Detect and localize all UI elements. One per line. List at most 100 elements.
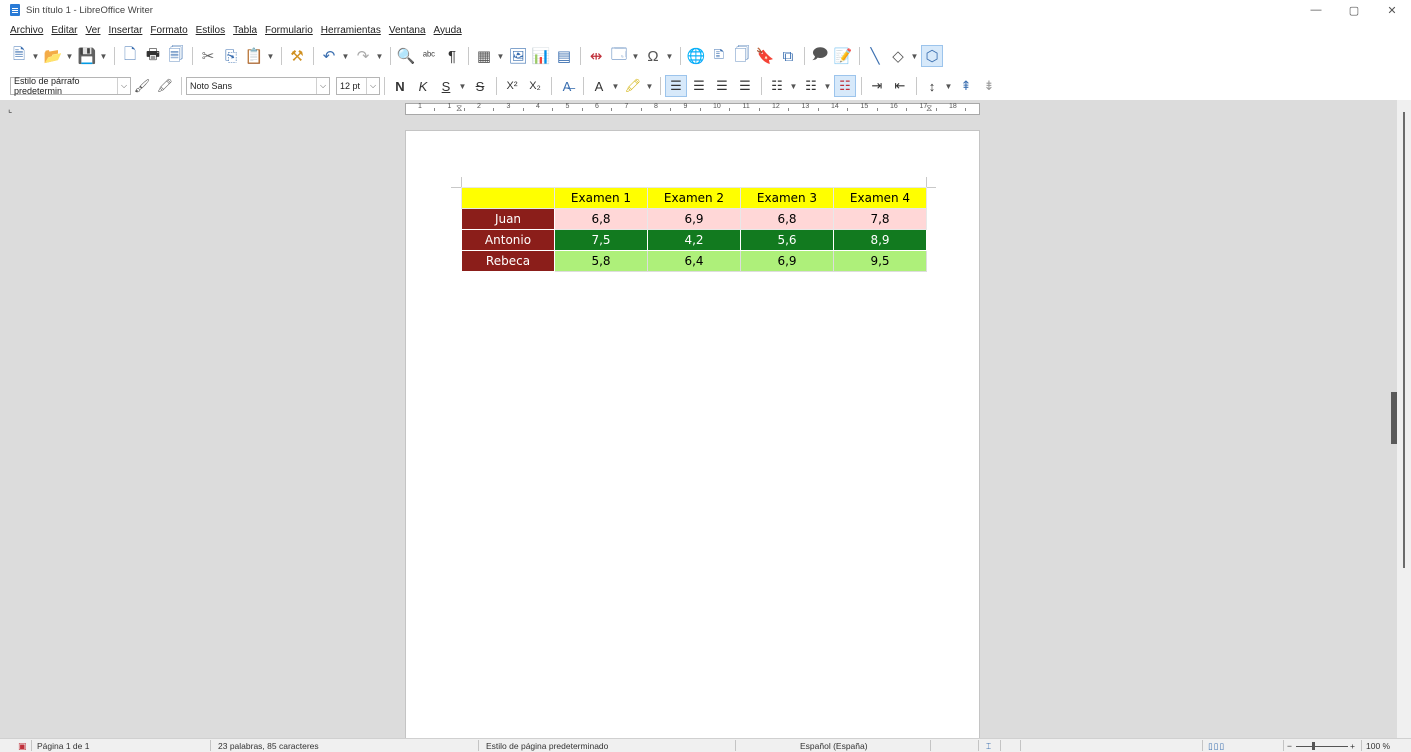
maximize-button[interactable]: ▢ <box>1335 0 1373 20</box>
ordered-list-icon[interactable]: ☷ <box>800 75 822 97</box>
zoom-in-icon[interactable]: + <box>1350 740 1355 752</box>
insert-page-break-icon[interactable]: ⇹ <box>585 45 607 67</box>
paste-icon[interactable]: 📋 <box>243 45 265 67</box>
increase-indent-icon[interactable]: ⇥ <box>866 75 888 97</box>
decrease-indent-icon[interactable]: ⇤ <box>889 75 911 97</box>
insert-footnote-icon[interactable]: 🗈 <box>708 45 730 67</box>
document-page[interactable]: Examen 1 Examen 2 Examen 3 Examen 4 Juan… <box>405 130 980 738</box>
align-right-icon[interactable]: ☰ <box>711 75 733 97</box>
subscript-button[interactable]: X₂ <box>524 75 546 97</box>
grades-table[interactable]: Examen 1 Examen 2 Examen 3 Examen 4 Juan… <box>461 187 927 272</box>
indent-marker-icon[interactable]: ⧖ <box>926 103 932 114</box>
score-cell[interactable]: 4,2 <box>647 229 741 251</box>
undo-dropdown-icon[interactable]: ▼ <box>341 45 350 67</box>
insert-special-character-icon[interactable]: Ω <box>642 45 664 67</box>
score-cell[interactable]: 6,4 <box>647 250 741 272</box>
superscript-button[interactable]: X² <box>501 75 523 97</box>
redo-icon[interactable]: ↷ <box>352 45 374 67</box>
zoom-slider-knob[interactable] <box>1312 742 1315 750</box>
clone-formatting-icon[interactable]: ⚒ <box>286 45 308 67</box>
no-list-icon[interactable]: ☷ <box>834 75 856 97</box>
score-cell[interactable]: 7,5 <box>554 229 648 251</box>
table-header-cell[interactable]: Examen 3 <box>740 187 834 209</box>
insert-chart-icon[interactable]: 📊 <box>530 45 552 67</box>
strikethrough-button[interactable]: S <box>469 75 491 97</box>
find-replace-icon[interactable]: 🔍 <box>395 45 417 67</box>
insert-cross-reference-icon[interactable]: ⧉ <box>777 45 799 67</box>
scrollbar-thumb[interactable] <box>1403 112 1405 568</box>
font-name-select[interactable]: Noto Sans ⌵ <box>186 77 330 95</box>
close-button[interactable]: ✕ <box>1373 0 1411 20</box>
digital-signature-icon[interactable]: ▣ <box>18 740 27 752</box>
score-cell[interactable]: 5,6 <box>740 229 834 251</box>
print-icon[interactable]: 🖶 <box>142 45 164 67</box>
decrease-paragraph-spacing-icon[interactable]: ⇟ <box>978 75 1000 97</box>
insert-textbox-icon[interactable]: ▤ <box>553 45 575 67</box>
cut-icon[interactable]: ✂ <box>197 45 219 67</box>
chevron-down-icon[interactable]: ⌵ <box>366 78 379 94</box>
table-header-cell[interactable]: Examen 1 <box>554 187 648 209</box>
score-cell[interactable]: 6,8 <box>740 208 834 230</box>
vertical-scrollbar[interactable] <box>1397 100 1411 738</box>
table-dropdown-icon[interactable]: ▼ <box>496 45 505 67</box>
new-style-icon[interactable]: 🖍 <box>154 75 176 97</box>
track-changes-icon[interactable]: 📝 <box>832 45 854 67</box>
menu-estilos[interactable]: Estilos <box>196 25 225 36</box>
highlight-color-icon[interactable]: 🖍 <box>622 75 644 97</box>
insert-table-icon[interactable]: ▦ <box>473 45 495 67</box>
menu-ventana[interactable]: Ventana <box>389 25 426 36</box>
export-pdf-icon[interactable]: 🗋 <box>119 45 141 67</box>
tab-stop-selector-icon[interactable]: ⌞ <box>8 104 12 115</box>
highlight-dropdown-icon[interactable]: ▼ <box>645 75 654 97</box>
basic-shapes-icon[interactable]: ◇ <box>887 45 909 67</box>
language[interactable]: Español (España) <box>800 740 868 752</box>
insert-endnote-icon[interactable]: 🗍 <box>731 45 753 67</box>
horizontal-ruler[interactable]: 1 1 2 3 4 5 6 7 8 9 10 11 12 13 14 15 16 17 18 ⧖ ⧖ <box>405 103 980 115</box>
insert-image-icon[interactable]: 🖼 <box>507 45 529 67</box>
line-spacing-icon[interactable]: ↕ <box>921 75 943 97</box>
formatting-marks-icon[interactable]: ¶ <box>441 45 463 67</box>
draw-functions-icon[interactable]: ⬡ <box>921 45 943 67</box>
copy-icon[interactable]: ⎘ <box>220 45 242 67</box>
justify-icon[interactable]: ☰ <box>734 75 756 97</box>
save-dropdown-icon[interactable]: ▼ <box>99 45 108 67</box>
paste-dropdown-icon[interactable]: ▼ <box>266 45 275 67</box>
menu-insertar[interactable]: Insertar <box>109 25 143 36</box>
score-cell[interactable]: 6,8 <box>554 208 648 230</box>
menu-archivo[interactable]: Archivo <box>10 25 43 36</box>
chevron-down-icon[interactable]: ⌵ <box>117 78 130 94</box>
save-icon[interactable]: 💾 <box>76 45 98 67</box>
zoom-slider[interactable] <box>1296 741 1348 751</box>
table-header-cell[interactable]: Examen 4 <box>833 187 927 209</box>
increase-paragraph-spacing-icon[interactable]: ⇞ <box>955 75 977 97</box>
indent-marker-icon[interactable]: ⧖ <box>456 103 462 114</box>
zoom-level[interactable]: 100 % <box>1366 740 1390 752</box>
menu-ayuda[interactable]: Ayuda <box>434 25 462 36</box>
score-cell[interactable]: 6,9 <box>740 250 834 272</box>
insert-bookmark-icon[interactable]: 🔖 <box>754 45 776 67</box>
table-header-cell[interactable] <box>461 187 555 209</box>
page-count[interactable]: Página 1 de 1 <box>37 740 89 752</box>
shapes-dropdown-icon[interactable]: ▼ <box>910 45 919 67</box>
chevron-down-icon[interactable]: ⌵ <box>316 78 329 94</box>
insert-field-icon[interactable]: 🗔 <box>608 45 630 67</box>
page-style[interactable]: Estilo de página predeterminado <box>486 740 608 752</box>
table-header-cell[interactable]: Examen 2 <box>647 187 741 209</box>
word-count[interactable]: 23 palabras, 85 caracteres <box>218 740 319 752</box>
open-folder-icon[interactable]: 📂 <box>42 45 64 67</box>
clear-formatting-icon[interactable]: A̶ <box>556 75 578 97</box>
zoom-out-icon[interactable]: − <box>1287 740 1292 752</box>
student-name-cell[interactable]: Antonio <box>461 229 555 251</box>
menu-formato[interactable]: Formato <box>150 25 187 36</box>
insert-comment-icon[interactable]: 🗩 <box>809 45 831 67</box>
underline-dropdown-icon[interactable]: ▼ <box>458 75 467 97</box>
view-layout-icon[interactable]: ▯▯▯ <box>1208 740 1225 752</box>
redo-dropdown-icon[interactable]: ▼ <box>375 45 384 67</box>
insert-hyperlink-icon[interactable]: 🌐 <box>685 45 707 67</box>
student-name-cell[interactable]: Juan <box>461 208 555 230</box>
align-center-icon[interactable]: ☰ <box>688 75 710 97</box>
unordered-list-icon[interactable]: ☷ <box>766 75 788 97</box>
print-preview-icon[interactable]: 🗐 <box>165 45 187 67</box>
score-cell[interactable]: 5,8 <box>554 250 648 272</box>
unordered-list-dropdown-icon[interactable]: ▼ <box>789 75 798 97</box>
